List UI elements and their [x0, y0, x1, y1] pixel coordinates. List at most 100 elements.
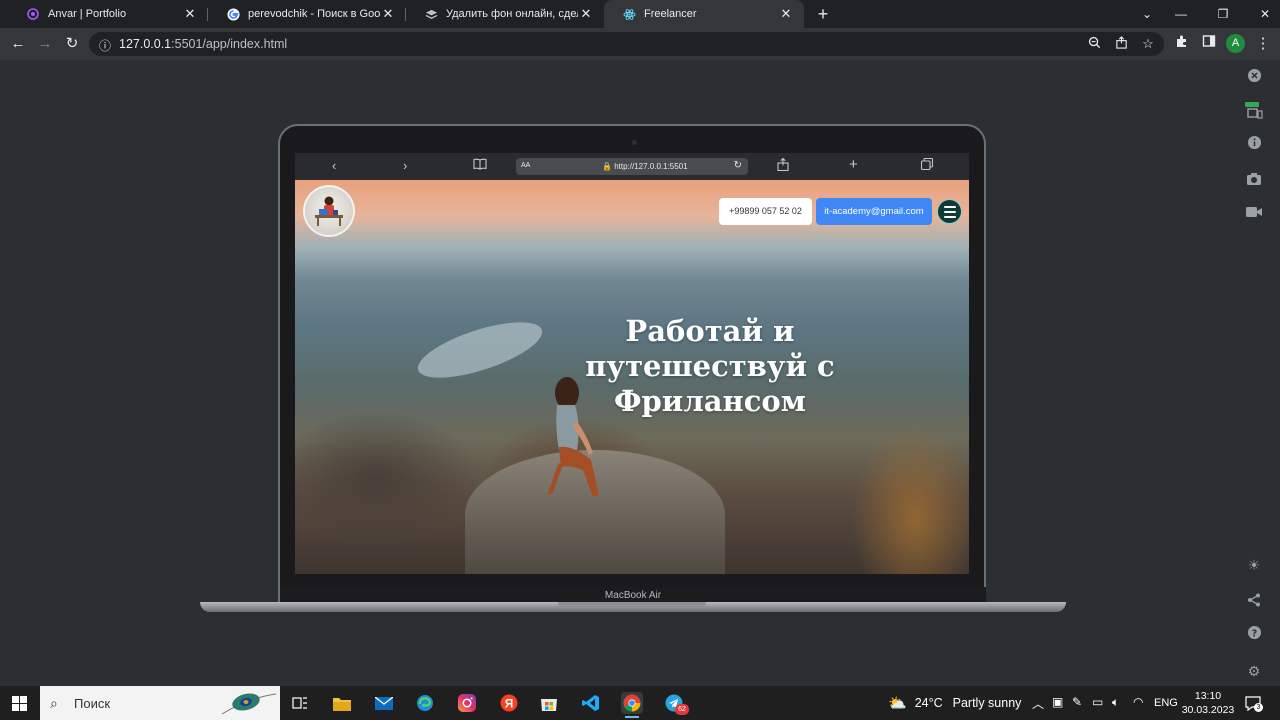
- close-tab-icon[interactable]: ✕: [578, 6, 594, 22]
- system-clock[interactable]: 13:10 30.03.2023: [1180, 689, 1236, 717]
- svg-text:Я: Я: [505, 697, 514, 711]
- devices-new-icon[interactable]: [1245, 102, 1263, 120]
- show-hidden-icons-chevron-icon[interactable]: ︿: [1032, 695, 1044, 712]
- safari-url-text: http://127.0.0.1:5501: [614, 162, 688, 171]
- notification-count: 3: [1254, 703, 1263, 712]
- safari-reload-icon[interactable]: ↻: [734, 160, 742, 171]
- profile-avatar[interactable]: A: [1226, 34, 1245, 53]
- safari-back-icon[interactable]: ‹: [332, 158, 336, 173]
- minimize-button[interactable]: —: [1164, 0, 1198, 28]
- maximize-button[interactable]: ❐: [1206, 0, 1240, 28]
- partly-sunny-icon: ⛅: [888, 695, 907, 712]
- camera-dot: [632, 140, 637, 145]
- extensions-icon[interactable]: [1172, 34, 1192, 54]
- hero-lake: [412, 310, 548, 390]
- tab-remove-bg[interactable]: Удалить фон онлайн, сделать п ✕: [406, 0, 604, 28]
- laptop-notch: [558, 602, 706, 608]
- tab-strip: Anvar | Portfolio ✕ perevodchik - Поиск …: [0, 0, 1280, 28]
- close-circle-icon[interactable]: [1245, 68, 1263, 86]
- weather-text: Partly sunny: [952, 696, 1022, 710]
- react-icon: [622, 7, 636, 21]
- close-tab-icon[interactable]: ✕: [778, 6, 794, 22]
- info-circle-icon[interactable]: [1245, 135, 1263, 153]
- safari-tabs-icon[interactable]: [920, 157, 934, 173]
- safari-toolbar: ‹ › AA 🔒 http://127.0.0.1:5501 ↻ +: [295, 153, 969, 180]
- headline-line: Фрилансом: [614, 384, 806, 418]
- tab-title: perevodchik - Поиск в Google: [248, 8, 380, 20]
- video-camera-icon[interactable]: [1245, 204, 1263, 222]
- search-label: Поиск: [74, 696, 111, 711]
- clock-time: 13:10: [1194, 690, 1222, 702]
- side-panel-icon[interactable]: [1199, 34, 1219, 54]
- share-nodes-icon[interactable]: [1245, 593, 1263, 611]
- microsoft-store-icon[interactable]: [538, 692, 560, 714]
- svg-text:?: ?: [1251, 628, 1256, 639]
- menu-kebab-icon[interactable]: ⋮: [1253, 34, 1273, 54]
- address-url[interactable]: 127.0.0.1:5501/app/index.html: [119, 37, 287, 51]
- email-button[interactable]: it-academy@gmail.com: [816, 198, 932, 225]
- info-icon[interactable]: ⓘ: [99, 37, 113, 53]
- safari-forward-icon[interactable]: ›: [403, 158, 407, 173]
- browser-toolbar: ← → ↻ ⓘ 127.0.0.1:5501/app/index.html ☆ …: [0, 28, 1280, 60]
- share-icon[interactable]: [1113, 36, 1129, 52]
- reload-icon[interactable]: ↻: [62, 34, 82, 54]
- telegram-icon[interactable]: 62: [663, 692, 689, 715]
- url-path: :5501/app/index.html: [171, 37, 288, 51]
- headline-line: путешествуй с: [585, 349, 835, 383]
- edge-icon[interactable]: [414, 692, 436, 714]
- forward-arrow-icon[interactable]: →: [35, 34, 55, 54]
- yandex-icon[interactable]: Я: [498, 692, 520, 714]
- taskbar-search[interactable]: ⌕ Поиск: [40, 686, 280, 720]
- meet-now-icon[interactable]: ▣: [1052, 695, 1063, 709]
- new-tab-button[interactable]: +: [812, 3, 834, 25]
- tab-title: Удалить фон онлайн, сделать п: [446, 8, 578, 20]
- layers-icon: [424, 7, 438, 21]
- camera-icon[interactable]: [1245, 172, 1263, 190]
- search-icon: ⌕: [50, 695, 58, 711]
- safari-new-tab-icon[interactable]: +: [849, 156, 858, 173]
- chrome-taskbar-icon[interactable]: [621, 692, 643, 718]
- battery-charging-icon[interactable]: ▭: [1092, 695, 1103, 709]
- close-window-button[interactable]: ✕: [1248, 0, 1280, 28]
- back-arrow-icon[interactable]: ←: [8, 34, 28, 54]
- safari-book-icon[interactable]: [473, 158, 487, 173]
- tab-google[interactable]: perevodchik - Поиск в Google ✕: [208, 0, 406, 28]
- windows-taskbar: ⌕ Поиск Я 62 ⛅ 24°C Partly sunny ︿ ▣ ✎ ▭…: [0, 686, 1280, 720]
- responsive-viewer-sidebar: ☀ ? ⚙: [1228, 60, 1280, 686]
- tab-freelancer[interactable]: Freelancer ✕: [604, 0, 804, 28]
- help-icon[interactable]: ?: [1245, 625, 1263, 643]
- hamburger-menu-icon[interactable]: [937, 199, 962, 224]
- phone-button[interactable]: +99899 057 52 02: [719, 198, 812, 225]
- weather-temp: 24°C: [914, 696, 943, 710]
- hero-section: +99899 057 52 02 it-academy@gmail.com Ра…: [295, 180, 969, 574]
- zoom-icon[interactable]: [1086, 36, 1102, 52]
- brightness-icon[interactable]: ☀: [1245, 556, 1263, 574]
- safari-share-icon[interactable]: [777, 157, 789, 174]
- pen-icon[interactable]: ✎: [1072, 695, 1082, 709]
- tab-portfolio[interactable]: Anvar | Portfolio ✕: [8, 0, 208, 28]
- close-tab-icon[interactable]: ✕: [182, 6, 198, 22]
- tab-search-icon[interactable]: ⌄: [1130, 0, 1164, 28]
- close-tab-icon[interactable]: ✕: [380, 6, 396, 22]
- notifications-icon[interactable]: 3: [1245, 695, 1263, 712]
- volume-icon[interactable]: 🔈︎: [1112, 695, 1119, 710]
- url-host: 127.0.0.1: [119, 37, 172, 51]
- settings-gear-icon[interactable]: ⚙: [1245, 662, 1263, 680]
- safari-address-bar[interactable]: AA 🔒 http://127.0.0.1:5501 ↻: [516, 158, 748, 175]
- vscode-icon[interactable]: [580, 692, 602, 714]
- wifi-icon[interactable]: ◠: [1133, 695, 1143, 709]
- weather-widget[interactable]: ⛅ 24°C Partly sunny: [888, 686, 1021, 720]
- address-bar[interactable]: ⓘ 127.0.0.1:5501/app/index.html ☆: [89, 32, 1164, 56]
- mail-icon[interactable]: [373, 692, 395, 714]
- file-explorer-icon[interactable]: [331, 692, 353, 714]
- text-size-button[interactable]: AA: [521, 162, 530, 169]
- portfolio-icon: [26, 7, 40, 21]
- windows-start-icon[interactable]: [12, 696, 27, 711]
- instagram-icon[interactable]: [456, 692, 478, 714]
- site-logo[interactable]: [303, 185, 355, 237]
- telegram-badge: 62: [675, 704, 689, 715]
- bookmark-star-icon[interactable]: ☆: [1140, 36, 1156, 52]
- language-indicator[interactable]: ENG: [1154, 697, 1178, 709]
- peacock-feather-icon: [221, 693, 277, 715]
- task-view-icon[interactable]: [289, 692, 311, 714]
